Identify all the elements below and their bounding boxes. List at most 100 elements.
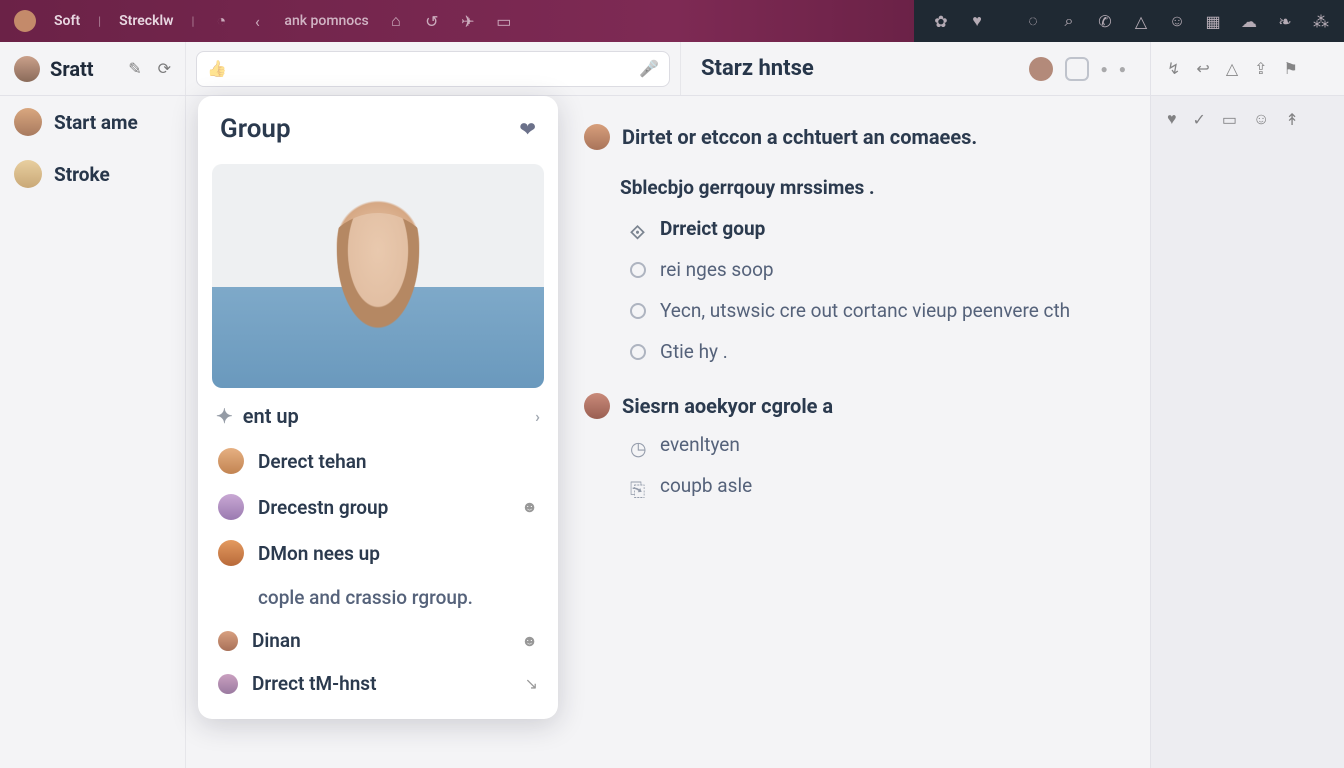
- app-name: Soft: [54, 13, 80, 29]
- pin-icon[interactable]: ↟: [1285, 110, 1298, 129]
- radio-icon: [630, 303, 646, 319]
- person-name: Derect tehan: [258, 450, 367, 473]
- person-name: DMon nees up: [258, 542, 380, 565]
- option-item[interactable]: Gtie hy .: [630, 340, 1130, 363]
- sidebar-header[interactable]: Sratt ✎ ⟳: [0, 42, 186, 95]
- status-icon: ☻: [521, 631, 538, 651]
- option-item[interactable]: ◷ evenltyen: [630, 433, 1130, 456]
- avatar: [218, 540, 244, 566]
- user-icon[interactable]: ☺: [1168, 12, 1186, 30]
- right-toolbar: ↯ ↩ △ ⇪ ⚑: [1150, 42, 1344, 95]
- refresh-icon[interactable]: ⟳: [158, 59, 171, 78]
- phone-icon[interactable]: ✆: [1096, 12, 1114, 30]
- chevron-icon: ↘: [525, 674, 538, 693]
- search-field[interactable]: [235, 60, 631, 78]
- message-subheading: Sblecbjo gerrqouy mrssimes .: [620, 176, 1130, 199]
- heart-icon[interactable]: ♥: [1167, 109, 1177, 129]
- titlebar: Soft | Strecklw | ◔ ‹ ank pomnocs ⌂ ↺ ✈ …: [0, 0, 1344, 42]
- edit-icon[interactable]: ✎: [128, 59, 141, 78]
- status-icon: ☻: [521, 497, 538, 517]
- avatar: [218, 674, 238, 694]
- clock-icon: ◷: [630, 437, 646, 453]
- tag-icon[interactable]: ▭: [1222, 110, 1237, 129]
- member-avatar[interactable]: [1029, 57, 1053, 81]
- message-header: Dirtet or etccon a cchtuert an comaees.: [584, 124, 1130, 150]
- sender-avatar[interactable]: [584, 393, 610, 419]
- avatar: [14, 160, 42, 188]
- message-header: Siesrn aoekyor cgrole a: [584, 393, 1130, 419]
- profile-hero-image: [212, 164, 544, 388]
- option-list: ◷ evenltyen ⎘ coupb asle: [630, 433, 1130, 497]
- share-icon[interactable]: ⇪: [1254, 59, 1267, 78]
- palette-icon[interactable]: ✿: [932, 12, 950, 30]
- workspace-name[interactable]: Strecklw: [119, 13, 173, 29]
- search-input[interactable]: 👍 🎤: [196, 51, 670, 87]
- avatar: [218, 448, 244, 474]
- workspace-avatar[interactable]: [14, 10, 36, 32]
- message-block: Siesrn aoekyor cgrole a ◷ evenltyen ⎘ co…: [584, 393, 1130, 497]
- bolt-icon[interactable]: ↯: [1167, 59, 1180, 78]
- person-name: cople and crassio rgroup.: [258, 586, 473, 609]
- conversation-name: Start ame: [54, 111, 138, 134]
- option-item[interactable]: Yecn, utswsic cre out cortanc vieup peen…: [630, 299, 1130, 322]
- people-icon[interactable]: ☺: [1253, 109, 1269, 129]
- option-item[interactable]: ⎘ coupb asle: [630, 474, 1130, 497]
- copy-icon: ⎘: [630, 478, 646, 494]
- person-name: Dinan: [252, 629, 301, 652]
- cloud-icon[interactable]: ❤: [519, 117, 536, 141]
- divider: |: [98, 14, 101, 28]
- list-item[interactable]: Drrect tM-hnst ↘: [204, 662, 552, 705]
- bell-icon[interactable]: △: [1132, 12, 1150, 30]
- list-item[interactable]: Drecestn group ☻: [204, 484, 552, 530]
- grid-icon[interactable]: ▦: [1204, 12, 1222, 30]
- card-header: Group ❤: [198, 96, 558, 158]
- current-user-name: Sratt: [50, 57, 94, 81]
- list-item[interactable]: Dinan ☻: [204, 619, 552, 662]
- mic-icon[interactable]: 🎤: [639, 59, 659, 78]
- channel-title: Starz hntse: [701, 56, 814, 81]
- people-list: Derect tehan Drecestn group ☻ DMon nees …: [198, 434, 558, 709]
- reply-icon[interactable]: ↩: [1196, 59, 1209, 78]
- check-icon[interactable]: ✓: [1193, 110, 1206, 129]
- heart-icon[interactable]: ♥: [968, 12, 986, 30]
- chevron-right-icon: ›: [535, 407, 540, 426]
- list-item[interactable]: cople and crassio rgroup.: [204, 576, 552, 619]
- list-item[interactable]: DMon nees up: [204, 530, 552, 576]
- user-avatar: [14, 56, 40, 82]
- option-label: Drreict goup: [660, 217, 765, 240]
- channel-header: Starz hntse ● ●: [680, 42, 1150, 95]
- right-gutter-row: ♥ ✓ ▭ ☺ ↟: [1151, 96, 1344, 142]
- card-section-header[interactable]: ✦ ent up ›: [198, 388, 558, 434]
- apps-button[interactable]: [1065, 57, 1089, 81]
- option-item[interactable]: ⟐ Drreict goup: [630, 217, 1130, 240]
- cloud-icon[interactable]: ☁: [1240, 12, 1258, 30]
- section-label: ent up: [243, 404, 299, 428]
- search-icon[interactable]: ⌕: [1060, 12, 1078, 30]
- chat-icon[interactable]: ◌: [1024, 12, 1042, 30]
- send-icon[interactable]: ✈: [459, 12, 477, 30]
- option-item[interactable]: rei nges soop: [630, 258, 1130, 281]
- option-label: Yecn, utswsic cre out cortanc vieup peen…: [660, 299, 1070, 322]
- conversation-name: Stroke: [54, 163, 110, 186]
- flag-icon[interactable]: ⚑: [1284, 59, 1298, 78]
- conversation-item[interactable]: Start ame: [0, 96, 185, 148]
- more-icon[interactable]: ⁂: [1312, 12, 1330, 30]
- chevron-icon: ‹: [248, 12, 266, 30]
- sender-avatar[interactable]: [584, 124, 610, 150]
- avatar: [218, 631, 238, 651]
- message-block: Dirtet or etccon a cchtuert an comaees. …: [584, 124, 1130, 363]
- breadcrumb[interactable]: ank pomnocs: [284, 13, 368, 29]
- history-icon[interactable]: ↺: [423, 12, 441, 30]
- list-item[interactable]: Derect tehan: [204, 438, 552, 484]
- thumb-icon: 👍: [207, 59, 227, 78]
- person-name: Drecestn group: [258, 496, 388, 519]
- dark-toolstrip: ◌ ⌕ ✆ △ ☺ ▦ ☁ ❧ ⁂: [1004, 12, 1330, 30]
- leaf-icon[interactable]: ❧: [1276, 12, 1294, 30]
- up-icon[interactable]: △: [1226, 59, 1238, 78]
- conversation-item[interactable]: Stroke: [0, 148, 185, 200]
- doc-icon[interactable]: ▭: [495, 12, 513, 30]
- option-label: evenltyen: [660, 433, 740, 456]
- message-heading: Dirtet or etccon a cchtuert an comaees.: [622, 125, 977, 149]
- message-heading: Siesrn aoekyor cgrole a: [622, 394, 833, 418]
- tag-icon[interactable]: ⌂: [387, 12, 405, 30]
